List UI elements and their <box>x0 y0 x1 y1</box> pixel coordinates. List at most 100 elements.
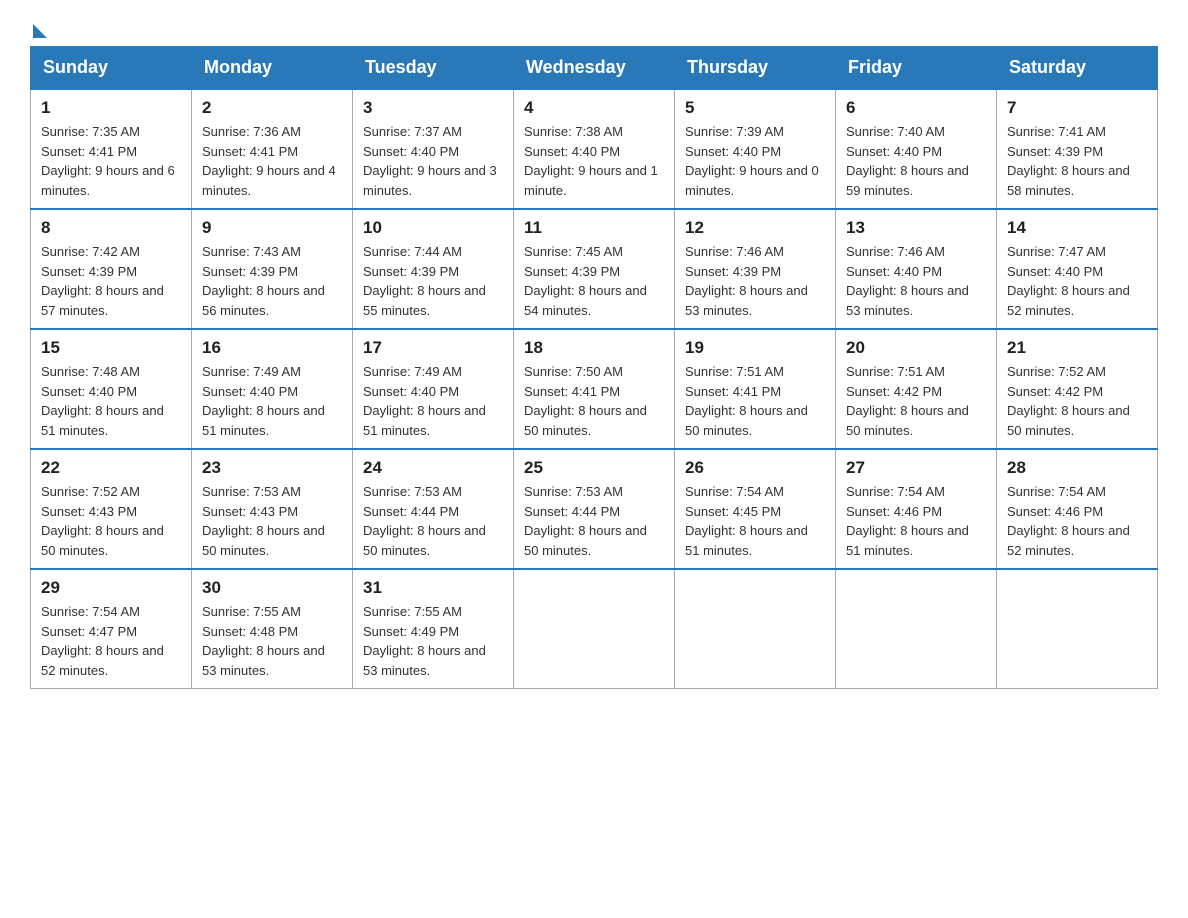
day-info: Sunrise: 7:38 AMSunset: 4:40 PMDaylight:… <box>524 122 664 200</box>
calendar-cell: 12 Sunrise: 7:46 AMSunset: 4:39 PMDayligh… <box>675 209 836 329</box>
weekday-header-friday: Friday <box>836 47 997 90</box>
day-number: 21 <box>1007 338 1147 358</box>
calendar-cell: 14 Sunrise: 7:47 AMSunset: 4:40 PMDayligh… <box>997 209 1158 329</box>
day-info: Sunrise: 7:44 AMSunset: 4:39 PMDaylight:… <box>363 242 503 320</box>
calendar-cell: 21 Sunrise: 7:52 AMSunset: 4:42 PMDayligh… <box>997 329 1158 449</box>
day-info: Sunrise: 7:39 AMSunset: 4:40 PMDaylight:… <box>685 122 825 200</box>
calendar-cell: 31 Sunrise: 7:55 AMSunset: 4:49 PMDayligh… <box>353 569 514 689</box>
day-number: 8 <box>41 218 181 238</box>
weekday-header-saturday: Saturday <box>997 47 1158 90</box>
day-info: Sunrise: 7:52 AMSunset: 4:42 PMDaylight:… <box>1007 362 1147 440</box>
day-info: Sunrise: 7:49 AMSunset: 4:40 PMDaylight:… <box>202 362 342 440</box>
calendar-cell: 4Sunrise: 7:38 AMSunset: 4:40 PMDaylight… <box>514 89 675 209</box>
day-number: 5 <box>685 98 825 118</box>
calendar-table: SundayMondayTuesdayWednesdayThursdayFrid… <box>30 46 1158 689</box>
day-info: Sunrise: 7:52 AMSunset: 4:43 PMDaylight:… <box>41 482 181 560</box>
day-info: Sunrise: 7:53 AMSunset: 4:43 PMDaylight:… <box>202 482 342 560</box>
day-info: Sunrise: 7:37 AMSunset: 4:40 PMDaylight:… <box>363 122 503 200</box>
calendar-cell: 10 Sunrise: 7:44 AMSunset: 4:39 PMDayligh… <box>353 209 514 329</box>
day-info: Sunrise: 7:51 AMSunset: 4:41 PMDaylight:… <box>685 362 825 440</box>
day-number: 18 <box>524 338 664 358</box>
day-number: 19 <box>685 338 825 358</box>
calendar-cell: 2 Sunrise: 7:36 AMSunset: 4:41 PMDaylight… <box>192 89 353 209</box>
day-number: 24 <box>363 458 503 478</box>
calendar-cell: 26 Sunrise: 7:54 AMSunset: 4:45 PMDayligh… <box>675 449 836 569</box>
day-number: 17 <box>363 338 503 358</box>
day-info: Sunrise: 7:53 AMSunset: 4:44 PMDaylight:… <box>363 482 503 560</box>
logo <box>30 20 47 36</box>
day-info: Sunrise: 7:54 AMSunset: 4:46 PMDaylight:… <box>1007 482 1147 560</box>
day-number: 25 <box>524 458 664 478</box>
day-info: Sunrise: 7:36 AMSunset: 4:41 PMDaylight:… <box>202 122 342 200</box>
day-info: Sunrise: 7:51 AMSunset: 4:42 PMDaylight:… <box>846 362 986 440</box>
calendar-cell: 13 Sunrise: 7:46 AMSunset: 4:40 PMDayligh… <box>836 209 997 329</box>
day-info: Sunrise: 7:42 AMSunset: 4:39 PMDaylight:… <box>41 242 181 320</box>
calendar-week-row: 22Sunrise: 7:52 AMSunset: 4:43 PMDayligh… <box>31 449 1158 569</box>
calendar-cell: 19 Sunrise: 7:51 AMSunset: 4:41 PMDayligh… <box>675 329 836 449</box>
day-info: Sunrise: 7:54 AMSunset: 4:45 PMDaylight:… <box>685 482 825 560</box>
day-number: 11 <box>524 218 664 238</box>
calendar-cell: 7 Sunrise: 7:41 AMSunset: 4:39 PMDaylight… <box>997 89 1158 209</box>
calendar-cell: 30 Sunrise: 7:55 AMSunset: 4:48 PMDayligh… <box>192 569 353 689</box>
day-number: 14 <box>1007 218 1147 238</box>
day-number: 2 <box>202 98 342 118</box>
day-number: 31 <box>363 578 503 598</box>
calendar-cell: 5 Sunrise: 7:39 AMSunset: 4:40 PMDaylight… <box>675 89 836 209</box>
day-info: Sunrise: 7:53 AMSunset: 4:44 PMDaylight:… <box>524 482 664 560</box>
calendar-cell <box>514 569 675 689</box>
day-number: 10 <box>363 218 503 238</box>
day-number: 3 <box>363 98 503 118</box>
calendar-cell: 16 Sunrise: 7:49 AMSunset: 4:40 PMDayligh… <box>192 329 353 449</box>
day-number: 15 <box>41 338 181 358</box>
day-number: 6 <box>846 98 986 118</box>
day-info: Sunrise: 7:48 AMSunset: 4:40 PMDaylight:… <box>41 362 181 440</box>
day-number: 13 <box>846 218 986 238</box>
calendar-cell: 18 Sunrise: 7:50 AMSunset: 4:41 PMDayligh… <box>514 329 675 449</box>
weekday-header-tuesday: Tuesday <box>353 47 514 90</box>
calendar-cell: 29 Sunrise: 7:54 AMSunset: 4:47 PMDayligh… <box>31 569 192 689</box>
calendar-week-row: 8 Sunrise: 7:42 AMSunset: 4:39 PMDaylight… <box>31 209 1158 329</box>
calendar-cell <box>997 569 1158 689</box>
calendar-cell: 17 Sunrise: 7:49 AMSunset: 4:40 PMDayligh… <box>353 329 514 449</box>
calendar-cell: 1Sunrise: 7:35 AMSunset: 4:41 PMDaylight… <box>31 89 192 209</box>
day-number: 26 <box>685 458 825 478</box>
day-number: 27 <box>846 458 986 478</box>
calendar-cell: 9 Sunrise: 7:43 AMSunset: 4:39 PMDaylight… <box>192 209 353 329</box>
weekday-header-sunday: Sunday <box>31 47 192 90</box>
calendar-week-row: 15 Sunrise: 7:48 AMSunset: 4:40 PMDayligh… <box>31 329 1158 449</box>
day-number: 12 <box>685 218 825 238</box>
day-number: 7 <box>1007 98 1147 118</box>
calendar-cell: 23Sunrise: 7:53 AMSunset: 4:43 PMDayligh… <box>192 449 353 569</box>
day-info: Sunrise: 7:50 AMSunset: 4:41 PMDaylight:… <box>524 362 664 440</box>
day-number: 20 <box>846 338 986 358</box>
day-number: 28 <box>1007 458 1147 478</box>
day-number: 29 <box>41 578 181 598</box>
weekday-header-thursday: Thursday <box>675 47 836 90</box>
day-number: 9 <box>202 218 342 238</box>
weekday-header-row: SundayMondayTuesdayWednesdayThursdayFrid… <box>31 47 1158 90</box>
calendar-cell: 20 Sunrise: 7:51 AMSunset: 4:42 PMDayligh… <box>836 329 997 449</box>
day-info: Sunrise: 7:43 AMSunset: 4:39 PMDaylight:… <box>202 242 342 320</box>
day-info: Sunrise: 7:40 AMSunset: 4:40 PMDaylight:… <box>846 122 986 200</box>
calendar-header: SundayMondayTuesdayWednesdayThursdayFrid… <box>31 47 1158 90</box>
day-info: Sunrise: 7:41 AMSunset: 4:39 PMDaylight:… <box>1007 122 1147 200</box>
weekday-header-monday: Monday <box>192 47 353 90</box>
day-number: 16 <box>202 338 342 358</box>
day-info: Sunrise: 7:49 AMSunset: 4:40 PMDaylight:… <box>363 362 503 440</box>
day-info: Sunrise: 7:46 AMSunset: 4:40 PMDaylight:… <box>846 242 986 320</box>
day-info: Sunrise: 7:35 AMSunset: 4:41 PMDaylight:… <box>41 122 181 200</box>
logo-arrow-icon <box>33 24 47 38</box>
calendar-cell <box>675 569 836 689</box>
calendar-cell: 11Sunrise: 7:45 AMSunset: 4:39 PMDayligh… <box>514 209 675 329</box>
day-number: 30 <box>202 578 342 598</box>
day-info: Sunrise: 7:47 AMSunset: 4:40 PMDaylight:… <box>1007 242 1147 320</box>
day-info: Sunrise: 7:55 AMSunset: 4:48 PMDaylight:… <box>202 602 342 680</box>
calendar-cell: 27 Sunrise: 7:54 AMSunset: 4:46 PMDayligh… <box>836 449 997 569</box>
calendar-cell: 3 Sunrise: 7:37 AMSunset: 4:40 PMDaylight… <box>353 89 514 209</box>
calendar-cell: 8 Sunrise: 7:42 AMSunset: 4:39 PMDaylight… <box>31 209 192 329</box>
day-info: Sunrise: 7:55 AMSunset: 4:49 PMDaylight:… <box>363 602 503 680</box>
day-info: Sunrise: 7:46 AMSunset: 4:39 PMDaylight:… <box>685 242 825 320</box>
weekday-header-wednesday: Wednesday <box>514 47 675 90</box>
day-info: Sunrise: 7:54 AMSunset: 4:47 PMDaylight:… <box>41 602 181 680</box>
day-info: Sunrise: 7:54 AMSunset: 4:46 PMDaylight:… <box>846 482 986 560</box>
